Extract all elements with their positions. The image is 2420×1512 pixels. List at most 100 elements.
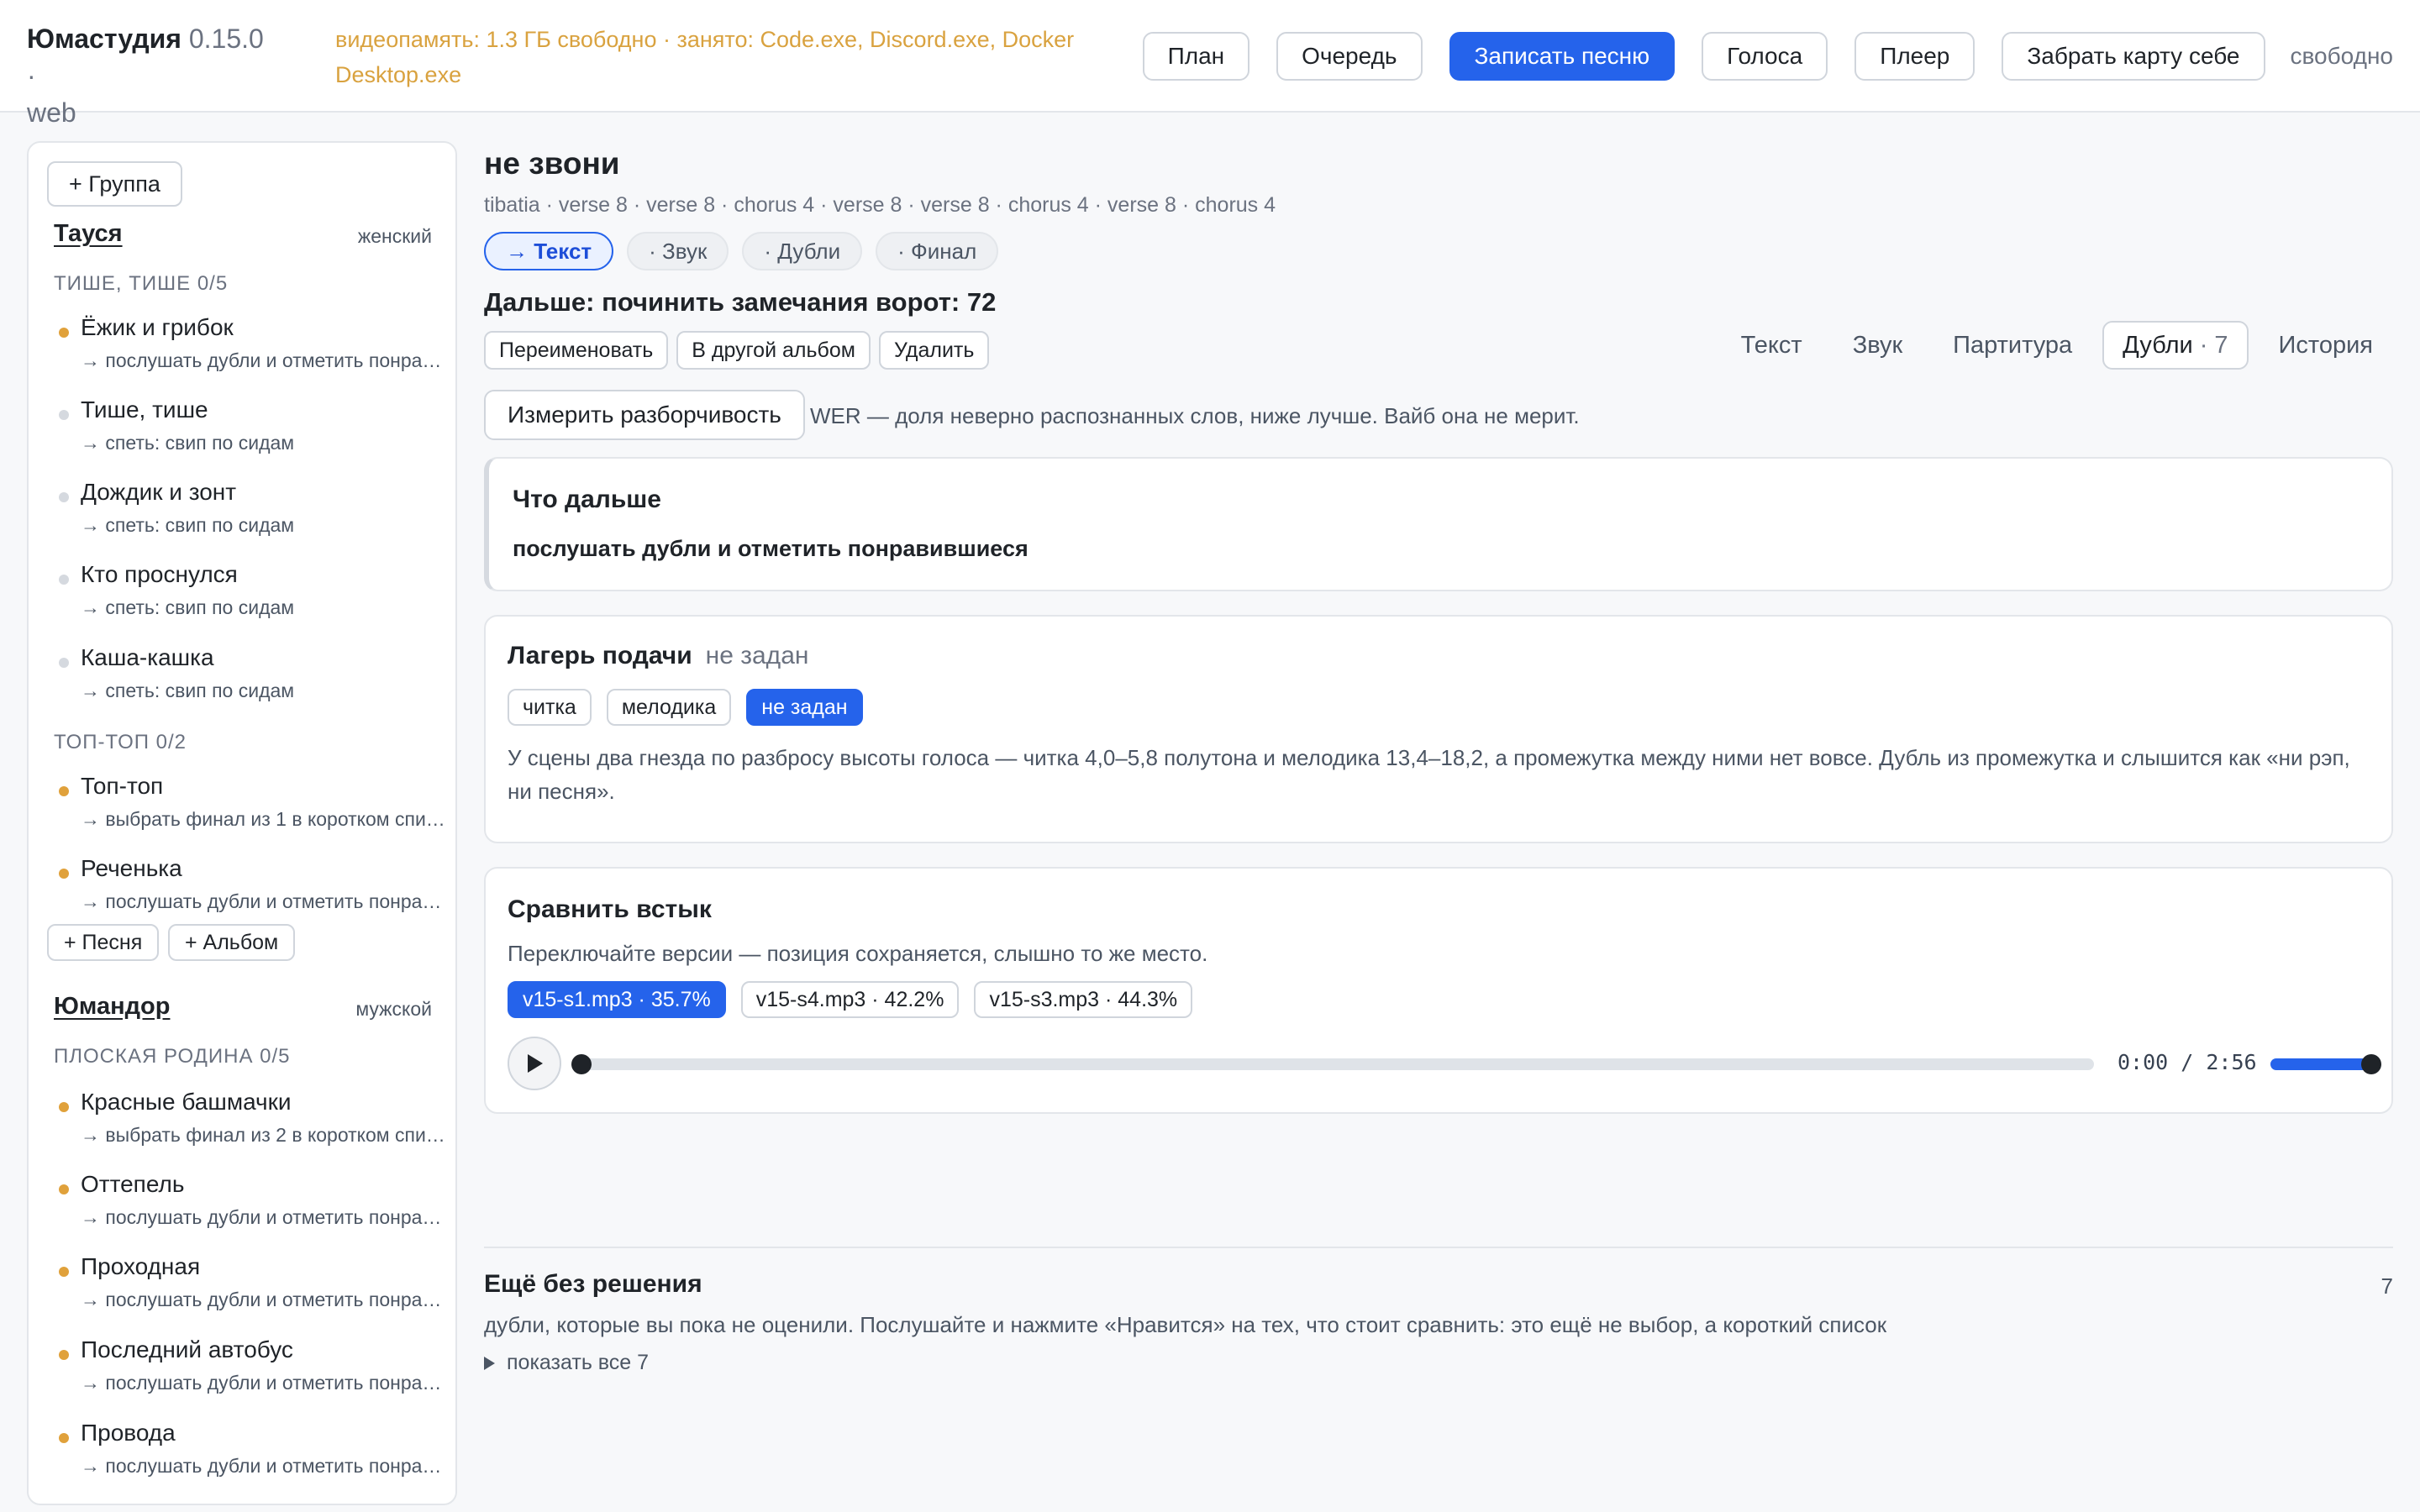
compare-title: Сравнить встык	[508, 895, 712, 923]
status-dot-icon	[59, 1184, 69, 1194]
step-tab-takes[interactable]: · Дубли	[742, 232, 863, 270]
status-dot-icon	[59, 1433, 69, 1443]
song-hint: → послушать дубли и отметить понравившие…	[81, 349, 450, 371]
status-dot-icon	[59, 1267, 69, 1277]
delete-button[interactable]: Удалить	[878, 331, 990, 370]
add-album-button[interactable]: + Альбом	[168, 924, 296, 961]
add-group-button[interactable]: + Группа	[47, 161, 182, 207]
tab-takes-count: · 7	[2199, 331, 2228, 359]
plan-button[interactable]: План	[1142, 32, 1250, 81]
show-all-label: показать все 7	[507, 1351, 650, 1374]
top-nav: План Очередь Записать песню Голоса Плеер…	[1142, 32, 2420, 81]
sidebar: + Группа Тауся женский ТИШЕ, ТИШЕ 0/5 Ёж…	[27, 141, 457, 1505]
song-item[interactable]: Кто проснулся → спеть: свип по сидам	[29, 561, 455, 642]
song-item[interactable]: Оттепель → послушать дубли и отметить по…	[29, 1171, 455, 1252]
tab-sound[interactable]: Звук	[1833, 321, 1923, 370]
take-card-button[interactable]: Забрать карту себе	[2002, 32, 2265, 81]
song-title: Реченька	[81, 855, 182, 881]
volume-fill	[2270, 1058, 2371, 1070]
album-title[interactable]: ТОП-ТОП 0/2	[54, 731, 187, 754]
add-song-button[interactable]: + Песня	[47, 924, 160, 961]
step-tab-text[interactable]: → Текст	[484, 232, 614, 270]
next-card-text: послушать дубли и отметить понравившиеся	[513, 536, 1028, 561]
tab-history[interactable]: История	[2259, 321, 2393, 370]
worker-status: свободно	[2290, 43, 2394, 69]
song-item[interactable]: Каша-кашка → спеть: свип по сидам	[29, 644, 455, 725]
compare-card: Сравнить встык Переключайте версии — поз…	[484, 867, 2393, 1114]
rename-button[interactable]: Переименовать	[484, 331, 669, 370]
tab-takes[interactable]: Дубли · 7	[2102, 321, 2249, 370]
tab-text[interactable]: Текст	[1721, 321, 1823, 370]
version-chip[interactable]: v15-s3.mp3 · 44.3%	[974, 981, 1193, 1018]
song-item[interactable]: Проходная → послушать дубли и отметить п…	[29, 1253, 455, 1334]
seek-handle[interactable]	[571, 1054, 592, 1074]
status-dot-icon	[59, 1350, 69, 1360]
camp-option-unset[interactable]: не задан	[746, 689, 863, 726]
song-title: Дождик и зонт	[81, 479, 237, 505]
next-card: Что дальше послушать дубли и отметить по…	[484, 457, 2393, 591]
song-hint: → спеть: свип по сидам	[81, 680, 295, 701]
album-title[interactable]: ПЛОСКАЯ РОДИНА 0/5	[54, 1045, 290, 1068]
group-gender: женский	[357, 225, 432, 247]
volume-slider[interactable]	[2270, 1054, 2381, 1074]
voices-button[interactable]: Голоса	[1702, 32, 1828, 81]
song-hint: → послушать дубли и отметить понравившие…	[81, 1206, 450, 1228]
player-button[interactable]: Плеер	[1854, 32, 1975, 81]
camp-option-melodic[interactable]: мелодика	[606, 689, 732, 726]
next-card-title: Что дальше	[513, 486, 661, 513]
wer-note: WER — доля неверно распознанных слов, ни…	[810, 403, 1580, 428]
vram-status: видеопамять: 1.3 ГБ свободно · занято: C…	[335, 27, 1075, 87]
view-tabs: Текст Звук Партитура Дубли · 7 История	[1711, 321, 2393, 370]
app-name: Юмастудия	[27, 24, 182, 54]
album-title[interactable]: ТИШЕ, ТИШЕ 0/5	[54, 272, 228, 296]
audio-player: 0:00 / 2:56	[508, 1037, 2381, 1090]
group-name[interactable]: Юмандор	[54, 993, 170, 1021]
song-workspace: не звони tibatia · verse 8 · verse 8 · c…	[484, 113, 2393, 1512]
measure-intelligibility-button[interactable]: Измерить разборчивость	[484, 390, 805, 440]
song-item[interactable]: Красные башмачки → выбрать финал из 2 в …	[29, 1089, 455, 1169]
version-chip[interactable]: v15-s4.mp3 · 42.2%	[740, 981, 960, 1018]
queue-button[interactable]: Очередь	[1276, 32, 1423, 81]
song-actions: Переименовать В другой альбом Удалить	[484, 331, 997, 370]
show-all-toggle[interactable]: показать все 7	[484, 1351, 649, 1375]
undecided-text: дубли, которые вы пока не оценили. Послу…	[484, 1312, 1887, 1337]
compare-subtitle: Переключайте версии — позиция сохраняетс…	[508, 941, 1208, 966]
record-song-button[interactable]: Записать песню	[1449, 32, 1676, 81]
tab-score[interactable]: Партитура	[1933, 321, 2092, 370]
song-hint: → выбрать финал из 1 в коротком списке	[81, 808, 450, 830]
status-dot-icon	[59, 658, 69, 668]
play-button[interactable]	[508, 1037, 561, 1090]
song-title: Тише, тише	[81, 396, 208, 423]
group-name[interactable]: Тауся	[54, 220, 123, 248]
song-title: Последний автобус	[81, 1336, 293, 1362]
step-tab-final[interactable]: · Финал	[876, 232, 999, 270]
song-item[interactable]: Провода → послушать дубли и отметить пон…	[29, 1420, 455, 1500]
step-tab-sound[interactable]: · Звук	[627, 232, 729, 270]
seek-bar[interactable]	[571, 1054, 2094, 1074]
undecided-count: 7	[2381, 1273, 2393, 1299]
song-item[interactable]: Дождик и зонт → спеть: свип по сидам	[29, 479, 455, 559]
status-dot-icon	[59, 786, 69, 796]
status-dot-icon	[59, 328, 69, 338]
song-hint: → послушать дубли и отметить понравившие…	[81, 1372, 450, 1394]
status-dot-icon	[59, 869, 69, 879]
volume-handle[interactable]	[2361, 1054, 2381, 1074]
song-item[interactable]: Последний автобус → послушать дубли и от…	[29, 1336, 455, 1417]
version-chip[interactable]: v15-s1.mp3 · 35.7%	[508, 981, 726, 1018]
group-gender: мужской	[355, 998, 432, 1020]
next-action: Дальше: починить замечания ворот: 72	[484, 287, 997, 317]
song-hint: → послушать дубли и отметить понравившие…	[81, 890, 450, 912]
tab-takes-label: Дубли	[2123, 331, 2193, 359]
camp-title-text: Лагерь подачи	[508, 642, 692, 669]
song-item[interactable]: Ёжик и грибок → послушать дубли и отмети…	[29, 314, 455, 395]
camp-option-reading[interactable]: читка	[508, 689, 592, 726]
version-chips: v15-s1.mp3 · 35.7% v15-s4.mp3 · 42.2% v1…	[508, 981, 1207, 1018]
move-album-button[interactable]: В другой альбом	[676, 331, 871, 370]
song-item[interactable]: Тише, тише → спеть: свип по сидам	[29, 396, 455, 477]
camp-title: Лагерь подачи не задан	[508, 642, 808, 670]
status-dot-icon	[59, 410, 69, 420]
song-title: Каша-кашка	[81, 644, 214, 670]
song-item[interactable]: Топ-топ → выбрать финал из 1 в коротком …	[29, 773, 455, 853]
song-title: Провода	[81, 1420, 176, 1446]
song-hint: → спеть: свип по сидам	[81, 514, 295, 536]
